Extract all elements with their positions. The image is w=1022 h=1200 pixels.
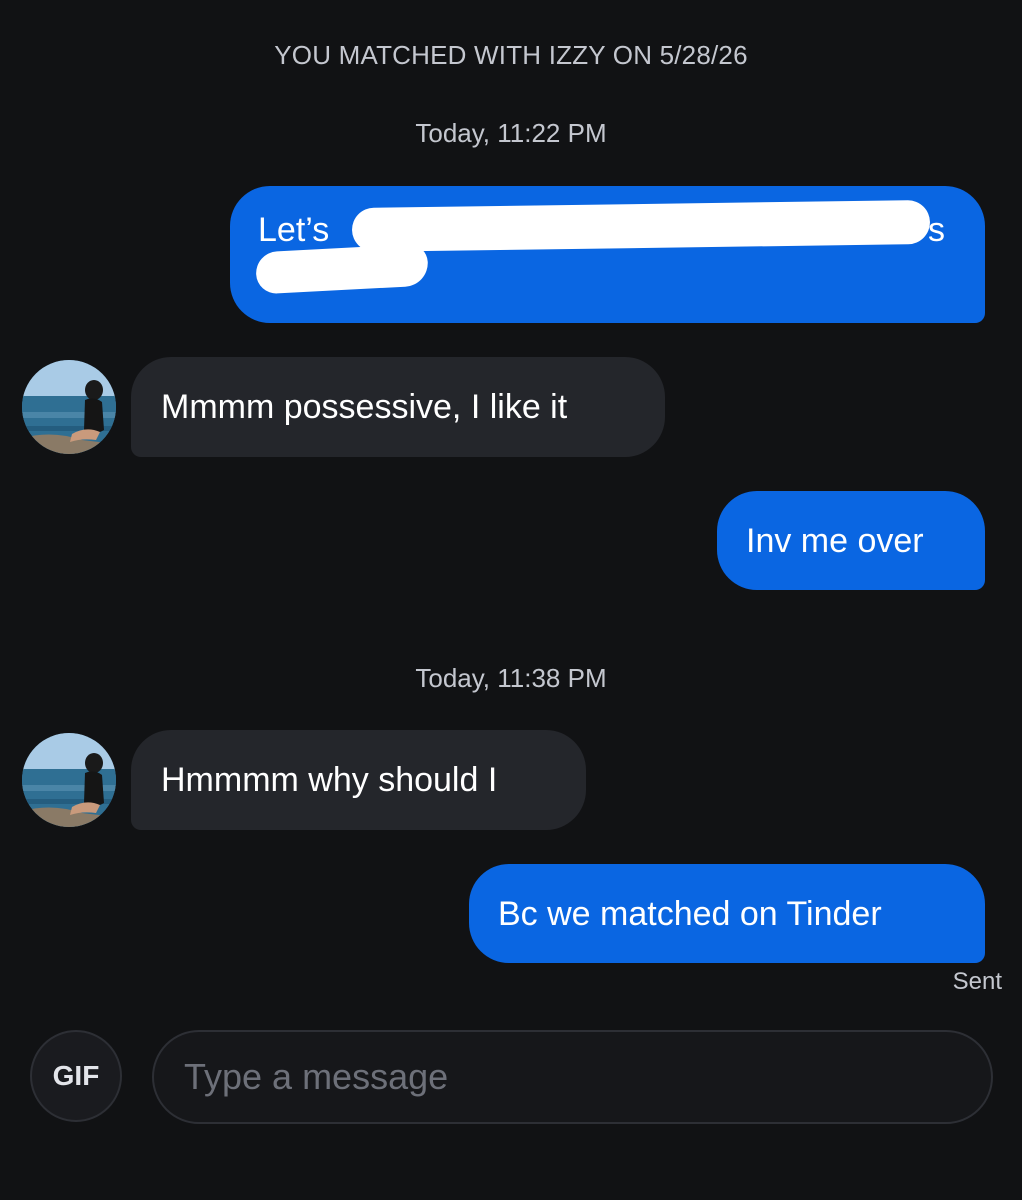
profile-photo-icon (22, 360, 116, 454)
avatar[interactable] (22, 360, 116, 454)
sent-status: Sent (952, 968, 1002, 995)
gif-button[interactable]: GIF (30, 1030, 122, 1122)
message-text: Inv me over (746, 522, 924, 560)
timestamp: Today, 11:38 PM (415, 663, 607, 693)
message-input[interactable] (152, 1030, 993, 1124)
outgoing-message-bubble[interactable]: Inv me over (717, 491, 985, 590)
message-text: Bc we matched on Tinder (498, 895, 882, 933)
outgoing-message-bubble[interactable]: Bc we matched on Tinder (469, 864, 985, 963)
timestamp: Today, 11:22 PM (415, 118, 607, 148)
message-text: Mmmm possessive, I like it (161, 388, 568, 426)
incoming-message-bubble[interactable]: Mmmm possessive, I like it (131, 357, 665, 457)
avatar[interactable] (22, 733, 116, 827)
incoming-message-bubble[interactable]: Hmmmm why should I (131, 730, 586, 830)
match-header: YOU MATCHED WITH IZZY ON 5/28/26 (274, 40, 748, 70)
profile-photo-icon (22, 733, 116, 827)
redaction-mark (351, 199, 931, 253)
outgoing-message-bubble[interactable]: Let’s s (230, 186, 985, 323)
message-text: Let’s (258, 211, 330, 249)
message-text: Hmmmm why should I (161, 761, 498, 799)
redaction-mark (255, 243, 429, 295)
message-text-trailing: s (928, 211, 945, 249)
